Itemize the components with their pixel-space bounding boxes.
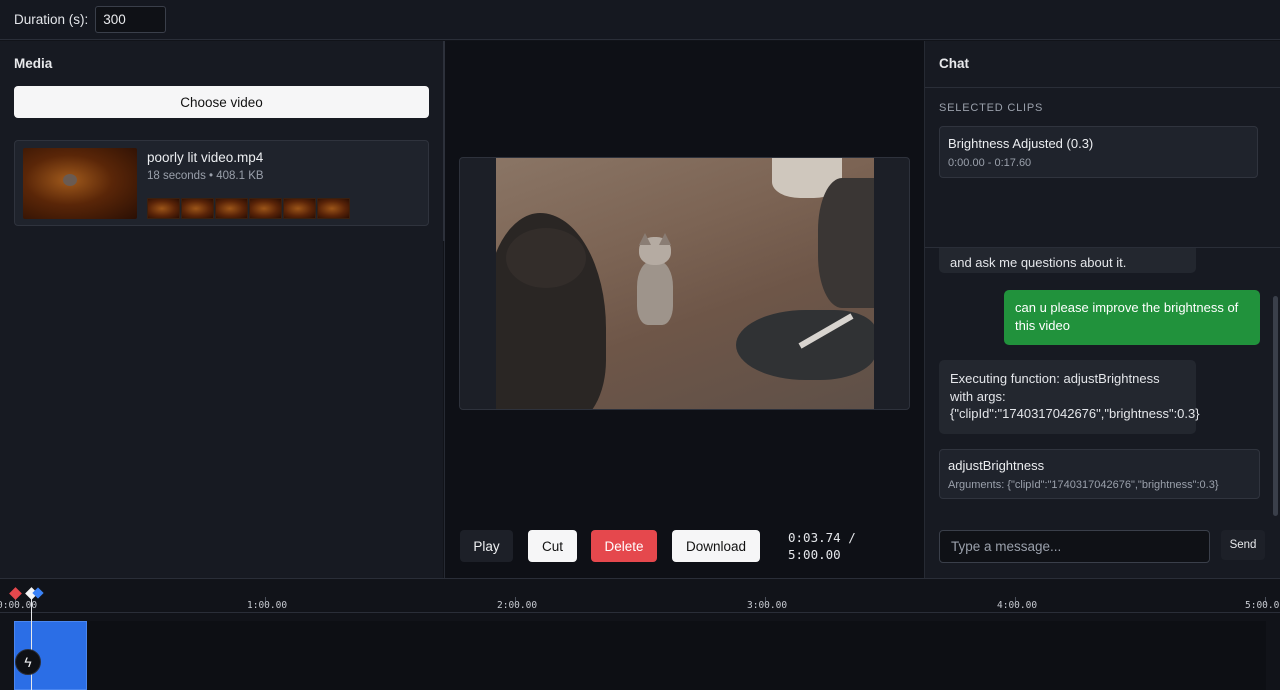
duration-label: Duration (s): bbox=[14, 12, 89, 27]
frame-thumbnail bbox=[215, 198, 248, 219]
chat-title: Chat bbox=[939, 56, 969, 71]
ruler-tick-label: 1:00.00 bbox=[247, 600, 288, 611]
chat-divider bbox=[925, 87, 1280, 88]
timeline-track[interactable] bbox=[14, 621, 1266, 690]
video-player[interactable] bbox=[459, 157, 910, 410]
top-bar: Duration (s): bbox=[0, 0, 1280, 40]
user-message: can u please improve the brightness of t… bbox=[1004, 290, 1260, 345]
playhead[interactable] bbox=[30, 597, 32, 690]
media-filename: poorly lit video.mp4 bbox=[147, 150, 264, 165]
message-list[interactable]: and ask me questions about it. can u ple… bbox=[925, 248, 1275, 515]
time-total: 5:00.00 bbox=[788, 547, 841, 562]
lightning-icon[interactable]: ϟ bbox=[15, 649, 41, 675]
ruler-tick-label: 2:00.00 bbox=[497, 600, 538, 611]
frame-thumbnail bbox=[147, 198, 180, 219]
media-thumbnail bbox=[23, 148, 137, 219]
ruler-tick-label: 5:00.00 bbox=[1245, 600, 1280, 611]
play-button[interactable]: Play bbox=[460, 530, 513, 562]
frame-thumbnail bbox=[249, 198, 282, 219]
frame-strip bbox=[147, 198, 350, 219]
selected-clip-card[interactable]: Brightness Adjusted (0.3) 0:00.00 - 0:17… bbox=[939, 126, 1258, 178]
media-panel bbox=[0, 41, 443, 578]
duration-input[interactable] bbox=[95, 6, 167, 33]
media-meta: 18 seconds • 408.1 KB bbox=[147, 170, 264, 182]
time-current: 0:03.74 / bbox=[788, 530, 856, 545]
frame-thumbnail bbox=[283, 198, 316, 219]
ruler-tick-label: 3:00.00 bbox=[747, 600, 788, 611]
frame-thumbnail bbox=[317, 198, 350, 219]
selected-clips-label: SELECTED CLIPS bbox=[939, 102, 1044, 114]
video-frame-image bbox=[496, 158, 874, 409]
media-item[interactable]: poorly lit video.mp4 18 seconds • 408.1 … bbox=[14, 140, 429, 226]
time-display: 0:03.74 / 5:00.00 bbox=[788, 529, 856, 563]
media-title: Media bbox=[14, 56, 53, 71]
frame-thumbnail bbox=[181, 198, 214, 219]
function-args: Arguments: {"clipId":"1740317042676","br… bbox=[948, 479, 1219, 491]
download-button[interactable]: Download bbox=[672, 530, 760, 562]
cut-button[interactable]: Cut bbox=[528, 530, 577, 562]
choose-video-button[interactable]: Choose video bbox=[14, 86, 429, 118]
delete-button[interactable]: Delete bbox=[591, 530, 657, 562]
chat-scrollbar[interactable] bbox=[1273, 296, 1278, 516]
timeline-ruler[interactable] bbox=[0, 597, 1280, 613]
clip-name: Brightness Adjusted (0.3) bbox=[948, 136, 1094, 151]
assistant-message: and ask me questions about it. bbox=[939, 248, 1196, 273]
function-call-card: adjustBrightness Arguments: {"clipId":"1… bbox=[939, 449, 1260, 499]
clip-range: 0:00.00 - 0:17.60 bbox=[948, 157, 1032, 169]
send-button[interactable]: Send bbox=[1221, 530, 1265, 560]
assistant-message: Executing function: adjustBrightness wit… bbox=[939, 360, 1200, 434]
ruler-tick-label: 4:00.00 bbox=[997, 600, 1038, 611]
chat-message-input[interactable] bbox=[939, 530, 1210, 563]
function-name: adjustBrightness bbox=[948, 458, 1045, 473]
